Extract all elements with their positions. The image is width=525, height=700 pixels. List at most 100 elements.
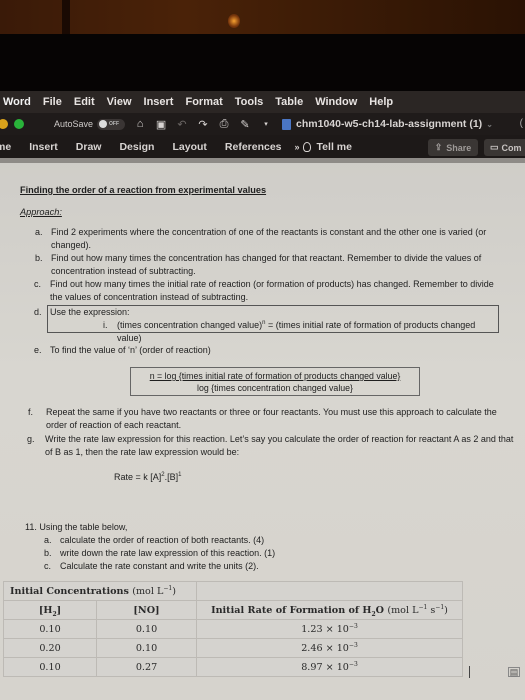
tab-draw[interactable]: Draw (67, 141, 111, 153)
menu-table[interactable]: Table (269, 96, 309, 108)
menu-help[interactable]: Help (363, 96, 399, 108)
approach-label: Approach: (20, 207, 62, 217)
save-icon[interactable]: ▣ (155, 118, 167, 131)
rate-mantissa: 1.23 × 10 (301, 623, 349, 635)
paste-options-icon[interactable]: ▤ (508, 667, 520, 677)
menu-file[interactable]: File (37, 96, 68, 108)
document-page[interactable]: Finding the order of a reaction from exp… (0, 158, 525, 700)
table-column-header-row: [H2] [NO] Initial Rate of Formation of H… (3, 600, 463, 620)
part-marker: a. (44, 535, 52, 545)
zoom-window-button[interactable] (14, 119, 24, 129)
home-icon[interactable]: ⌂ (134, 118, 146, 130)
step-marker: b. (35, 253, 43, 263)
cell-rate: 8.97 × 10−3 (196, 657, 463, 677)
col-header-rate: Initial Rate of Formation of H2O (mol L−… (196, 600, 463, 620)
menu-tools[interactable]: Tools (229, 96, 270, 108)
step-a: a. Find 2 experiments where the concentr… (35, 226, 506, 251)
group-header-cell: Initial Concentrations (mol L−1) (3, 581, 197, 601)
step-text: Write the rate law expression for this r… (45, 434, 514, 457)
part-text: calculate the order of reaction of both … (60, 535, 265, 545)
edit-doc-icon[interactable]: ✎ (239, 118, 251, 131)
document-title[interactable]: chm1040-w5-ch14-lab-assignment (1) ⌄ (282, 118, 493, 130)
rate-data-table: Initial Concentrations (mol L−1) [H2] [N… (3, 581, 463, 677)
step-c: c. Find out how many times the initial r… (34, 278, 500, 303)
menu-edit[interactable]: Edit (68, 96, 101, 108)
rate-unit-exp1: −1 (418, 603, 428, 611)
cell-no: 0.10 (96, 638, 197, 658)
rate-unit-text: (mol L (387, 604, 419, 616)
tab-insert[interactable]: Insert (20, 141, 67, 153)
menu-format[interactable]: Format (179, 96, 228, 108)
monitor-bezel (0, 34, 525, 91)
substep-d-i: i. (times concentration changed value)n … (103, 319, 502, 344)
undo-icon[interactable]: ↶ (176, 118, 188, 131)
share-button[interactable]: ⇪ Share (428, 139, 478, 156)
comments-button[interactable]: ▭ Com (484, 139, 525, 156)
step-text: Find out how many times the initial rate… (50, 279, 494, 302)
print-icon[interactable]: ⎙ (218, 118, 230, 131)
step-b: b. Find out how many times the concentra… (35, 252, 506, 277)
exponent-b: 1 (178, 472, 182, 478)
tab-home[interactable]: me (0, 141, 20, 153)
rate-law-prefix: Rate = k [A] (114, 472, 162, 482)
tell-me-button[interactable]: Tell me (302, 141, 352, 153)
autosave-label: AutoSave (54, 119, 94, 129)
section-heading: Finding the order of a reaction from exp… (20, 185, 267, 195)
rate-o: O (375, 604, 384, 616)
chevron-down-icon[interactable]: ⌄ (486, 120, 493, 129)
col-header-h2: [H2] (3, 600, 97, 620)
step-marker: e. (34, 345, 42, 355)
part-marker: c. (44, 561, 52, 571)
menu-insert[interactable]: Insert (138, 96, 180, 108)
substep-text-a: (times concentration changed value) (117, 320, 263, 330)
menu-view[interactable]: View (101, 96, 138, 108)
step-marker: f. (28, 407, 34, 417)
share-icon: ⇪ (434, 142, 443, 152)
background-frame (62, 0, 70, 34)
cell-h2: 0.10 (3, 619, 97, 639)
redo-icon[interactable]: ↷ (197, 118, 209, 131)
background-photo (0, 0, 525, 34)
tab-design[interactable]: Design (110, 141, 163, 153)
h2-label: [H (38, 604, 53, 616)
autosave-state: OFF (109, 121, 120, 127)
order-formula-box: n = log {times initial rate of formation… (130, 367, 420, 396)
customize-dropdown-icon[interactable]: ▾ (260, 120, 272, 128)
tab-layout[interactable]: Layout (163, 141, 215, 153)
autosave-toggle[interactable]: OFF (97, 118, 126, 130)
step-text: Find 2 experiments where the concentrati… (51, 227, 487, 250)
part-marker: b. (44, 548, 52, 558)
unit-text: (mol L (132, 585, 164, 597)
background-light (228, 14, 240, 28)
more-tabs-button[interactable]: » (291, 142, 303, 152)
step-marker: a. (35, 227, 43, 237)
ruler-strip (0, 158, 525, 163)
menu-window[interactable]: Window (309, 96, 363, 108)
tab-references[interactable]: References (216, 141, 291, 153)
document-title-text: chm1040-w5-ch14-lab-assignment (1) (296, 118, 483, 130)
rate-exponent: −3 (348, 622, 358, 630)
menu-app-word[interactable]: Word (0, 96, 37, 108)
search-icon[interactable]: ( (520, 118, 523, 129)
formula-denominator: log {times concentration changed value} (196, 383, 353, 393)
table-group-header-row: Initial Concentrations (mol L−1) (3, 581, 463, 601)
menu-bar: Word File Edit View Insert Format Tools … (0, 91, 525, 113)
minimize-window-button[interactable] (0, 119, 8, 129)
rate-label: Initial Rate of Formation of H (211, 604, 372, 616)
step-text: Use the expression: (50, 307, 130, 317)
question-11: 11. Using the table below, (25, 522, 128, 532)
formula-numerator: n = log {times initial rate of formation… (149, 371, 401, 381)
table-row: 0.20 0.10 2.46 × 10−3 (3, 638, 463, 658)
rate-unit: (mol L−1 s−1) (387, 603, 448, 616)
part-text: write down the rate law expression of th… (60, 548, 276, 558)
h2-sub: 2 (52, 610, 57, 618)
rate-exponent: −3 (348, 660, 358, 668)
step-text: Repeat the same if you have two reactant… (46, 407, 497, 430)
rate-law-example: Rate = k [A]2.[B]1 (114, 471, 181, 484)
cell-no: 0.27 (96, 657, 197, 677)
step-g: g. Write the rate law expression for thi… (27, 433, 520, 458)
question-part-a: a. calculate the order of reaction of bo… (44, 534, 265, 547)
text-cursor (469, 666, 470, 678)
comment-icon: ▭ (490, 142, 499, 152)
toggle-knob (99, 120, 108, 128)
